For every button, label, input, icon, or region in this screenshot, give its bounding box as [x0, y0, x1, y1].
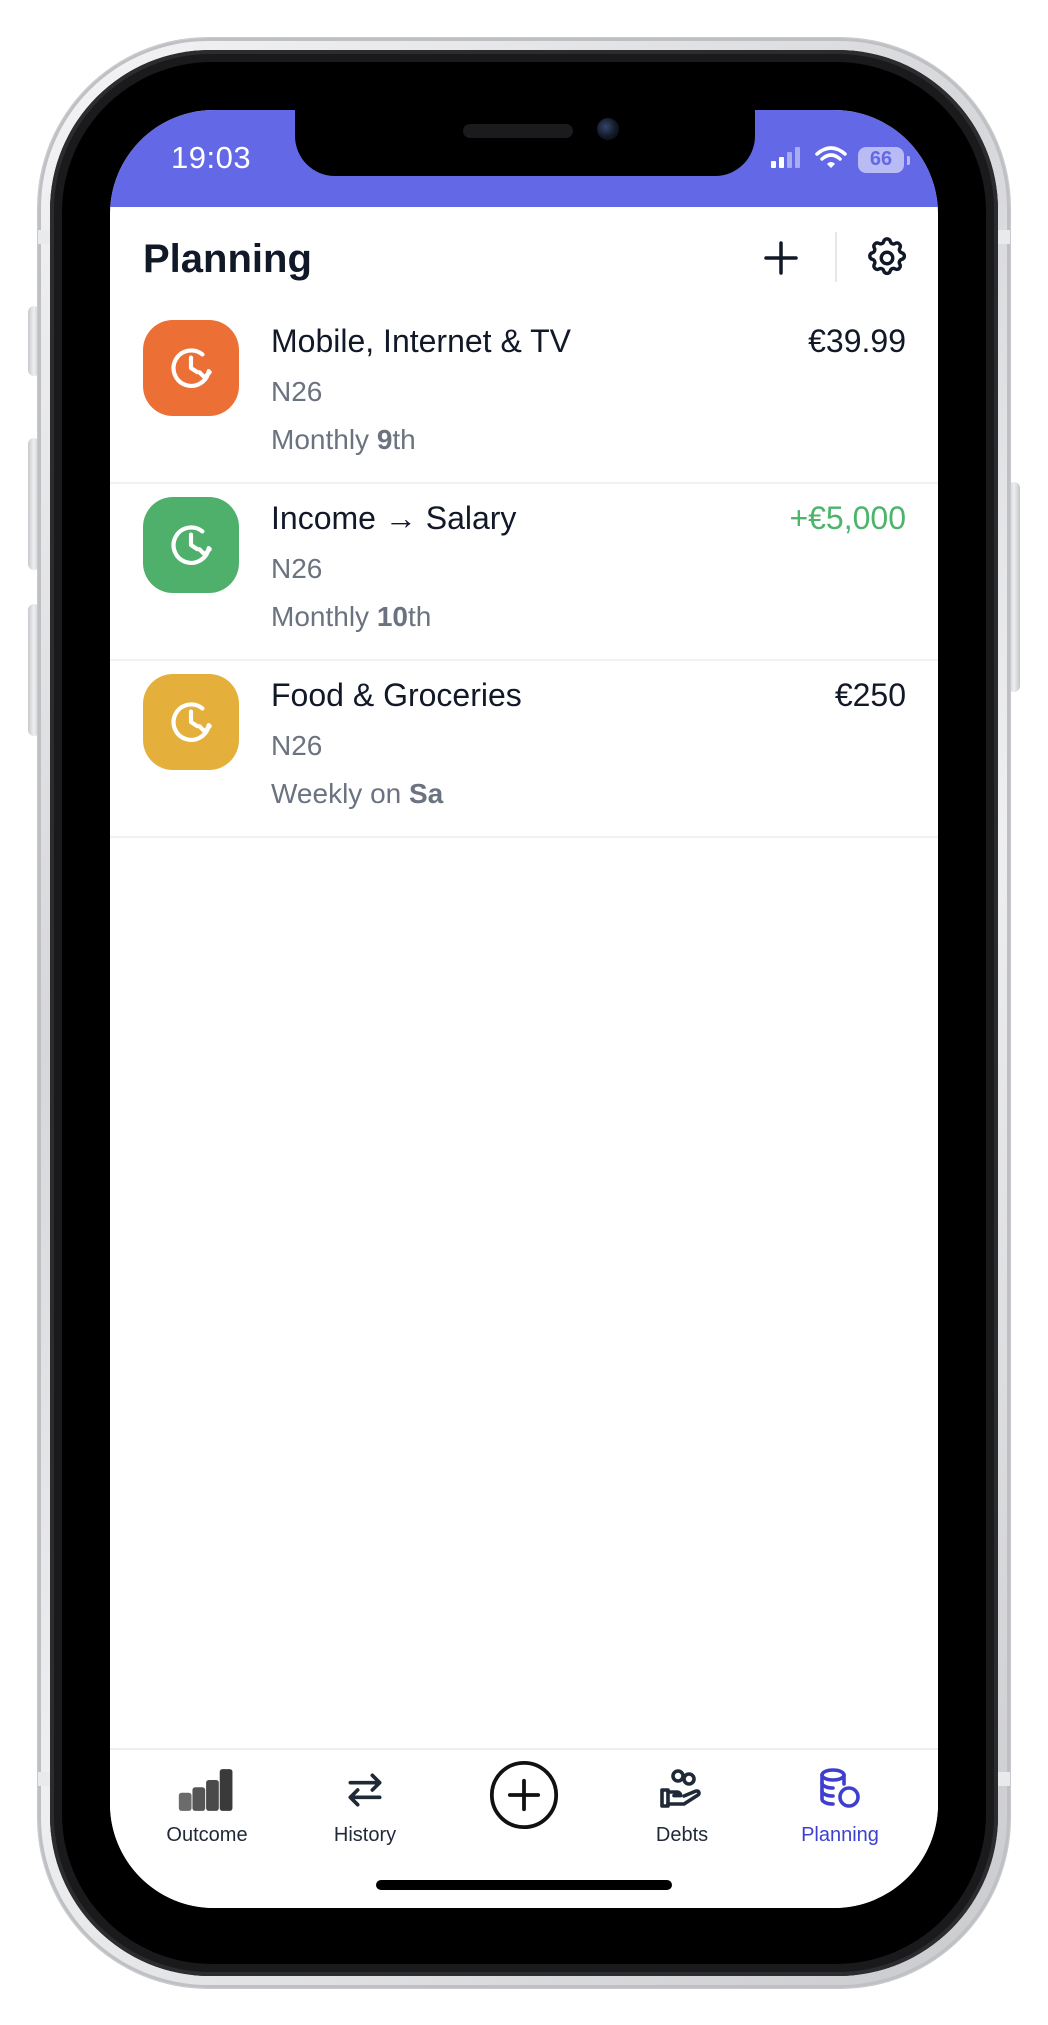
tab-label: Debts — [655, 1824, 709, 1846]
page-title: Planning — [143, 237, 312, 281]
schedule-highlight: 9 — [376, 424, 393, 455]
schedule-prefix: Monthly — [271, 601, 377, 632]
phone-screen: 19:03 66 Planning Mobile, Internet & TV … — [110, 110, 938, 1908]
tab-history[interactable]: History — [290, 1750, 440, 1862]
plan-amount: €39.99 — [808, 323, 906, 359]
schedule-highlight: 10 — [376, 601, 408, 632]
battery-level: 66 — [869, 148, 893, 170]
plan-account: N26 — [271, 730, 323, 761]
tab-label: Outcome — [166, 1824, 248, 1846]
plan-account: N26 — [271, 376, 323, 407]
status-icons: 66 — [770, 144, 910, 175]
plan-category-icon — [143, 497, 239, 593]
plan-schedule: Monthly 10th — [271, 601, 431, 633]
speaker-grille — [463, 124, 573, 138]
plan-name: Food & Groceries — [271, 677, 522, 713]
settings-button[interactable] — [862, 233, 912, 283]
recurring-clock-icon — [171, 525, 212, 565]
schedule-prefix: Weekly on — [271, 778, 409, 809]
tab-label: History — [333, 1824, 397, 1846]
status-bar: 19:03 66 — [110, 110, 938, 207]
app-screenshot: 19:03 66 Planning Mobile, Internet & TV … — [0, 0, 1048, 2025]
plan-amount: €250 — [834, 677, 906, 713]
plan-category-icon — [143, 674, 239, 770]
tab-debts[interactable]: Debts — [607, 1750, 757, 1862]
schedule-prefix: Monthly — [271, 424, 377, 455]
schedule-highlight: Sa — [409, 778, 444, 809]
recurring-clock-icon — [171, 702, 212, 742]
tab-label: Planning — [801, 1824, 879, 1846]
list-item[interactable]: Food & Groceries N26 Weekly on Sa €250 — [110, 661, 938, 838]
signal-icon — [770, 145, 804, 174]
hand-coins-icon — [652, 1764, 712, 1816]
tab-planning[interactable]: Planning — [765, 1750, 915, 1862]
page-header: Planning — [110, 207, 938, 307]
bar-chart-icon — [177, 1764, 237, 1816]
add-plan-button[interactable] — [757, 234, 805, 282]
plan-schedule: Monthly 9th — [271, 424, 416, 456]
schedule-suffix: th — [392, 424, 416, 455]
recurring-clock-icon — [171, 348, 212, 388]
gear-icon — [868, 237, 907, 276]
add-circle-icon — [489, 1760, 559, 1830]
home-indicator[interactable] — [376, 1880, 672, 1890]
notch — [295, 110, 755, 176]
schedule-suffix: th — [407, 601, 432, 632]
plan-category-icon — [143, 320, 239, 416]
plan-account: N26 — [271, 553, 323, 584]
list-item[interactable]: Income → Salary N26 Monthly 10th +€5,000 — [110, 484, 938, 661]
plan-name: Income → Salary — [271, 500, 517, 536]
tab-outcome[interactable]: Outcome — [132, 1750, 282, 1862]
list-item[interactable]: Mobile, Internet & TV N26 Monthly 9th €3… — [110, 307, 938, 484]
swap-arrows-icon — [335, 1764, 395, 1816]
header-divider — [835, 232, 837, 282]
battery-icon: 66 — [858, 146, 910, 173]
add-transaction-button[interactable] — [489, 1760, 559, 1830]
plus-icon — [764, 241, 798, 275]
front-camera — [597, 118, 619, 140]
plan-name: Mobile, Internet & TV — [271, 323, 571, 359]
planned-transactions-list: Mobile, Internet & TV N26 Monthly 9th €3… — [110, 307, 938, 838]
plan-amount: +€5,000 — [789, 500, 906, 536]
plan-schedule: Weekly on Sa — [271, 778, 443, 810]
coin-stack-icon — [810, 1764, 870, 1816]
wifi-icon — [814, 144, 848, 175]
status-time: 19:03 — [171, 140, 252, 175]
